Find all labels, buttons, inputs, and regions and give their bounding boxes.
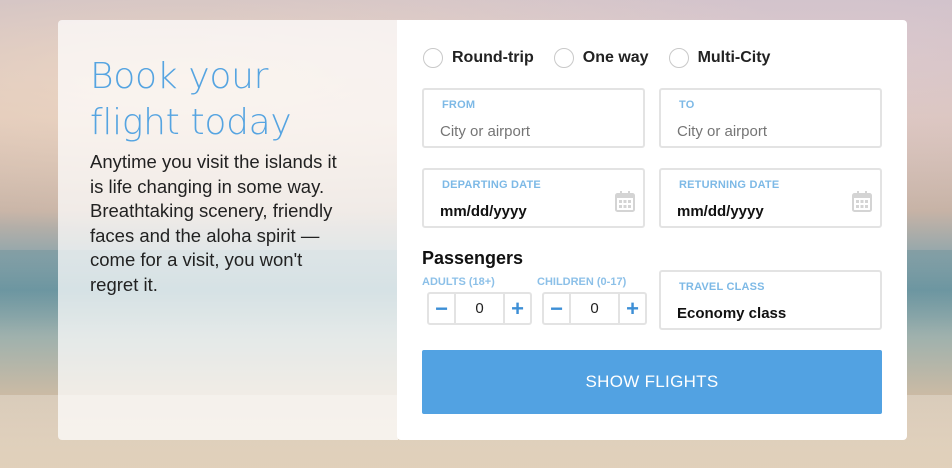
- calendar-icon[interactable]: [852, 190, 872, 212]
- radio-round-trip[interactable]: Round-trip: [423, 48, 534, 68]
- adults-stepper: − 0 +: [427, 292, 532, 325]
- radio-label: One way: [582, 49, 649, 66]
- to-input[interactable]: [677, 123, 867, 140]
- radio-multi-city[interactable]: Multi-City: [668, 48, 771, 68]
- booking-form: Round-trip One way Multi-City FROM TO DE…: [397, 20, 907, 440]
- hero-panel: Book your flight today Anytime you visit…: [58, 20, 398, 440]
- passengers-title: Passengers: [422, 248, 524, 268]
- from-input[interactable]: [440, 123, 630, 140]
- hero-headline: Book your flight today: [90, 56, 292, 143]
- children-count[interactable]: 0: [571, 300, 618, 317]
- show-flights-button[interactable]: SHOW FLIGHTS: [422, 350, 882, 414]
- plus-icon[interactable]: +: [618, 294, 645, 323]
- children-label: CHILDREN (0-17): [537, 276, 627, 288]
- radio-circle-icon[interactable]: [668, 48, 689, 68]
- to-field[interactable]: TO: [659, 88, 882, 148]
- travel-class-select[interactable]: Economy class: [677, 305, 786, 322]
- from-label: FROM: [442, 99, 476, 111]
- to-label: TO: [679, 99, 695, 111]
- departing-date-input[interactable]: mm/dd/yyyy: [440, 203, 527, 220]
- travel-class-label: TRAVEL CLASS: [679, 281, 765, 293]
- minus-icon[interactable]: −: [429, 294, 456, 323]
- radio-circle-icon[interactable]: [553, 48, 574, 68]
- travel-class-field[interactable]: TRAVEL CLASS Economy class: [659, 270, 882, 330]
- adults-count[interactable]: 0: [456, 300, 503, 317]
- adults-label: ADULTS (18+): [422, 276, 495, 288]
- hero-blurb: Anytime you visit the islands it is life…: [90, 151, 337, 295]
- radio-label: Multi-City: [697, 49, 771, 66]
- children-stepper: − 0 +: [542, 292, 647, 325]
- departing-date-label: DEPARTING DATE: [442, 179, 541, 191]
- radio-one-way[interactable]: One way: [553, 48, 649, 68]
- departing-date-field[interactable]: DEPARTING DATE mm/dd/yyyy: [422, 168, 645, 228]
- plus-icon[interactable]: +: [503, 294, 530, 323]
- returning-date-field[interactable]: RETURNING DATE mm/dd/yyyy: [659, 168, 882, 228]
- calendar-icon[interactable]: [615, 190, 635, 212]
- trip-type-group: Round-trip One way Multi-City: [423, 48, 790, 68]
- radio-circle-icon[interactable]: [423, 48, 443, 68]
- from-field[interactable]: FROM: [422, 88, 645, 148]
- returning-date-input[interactable]: mm/dd/yyyy: [677, 203, 764, 220]
- radio-label: Round-trip: [452, 49, 534, 66]
- minus-icon[interactable]: −: [544, 294, 571, 323]
- returning-date-label: RETURNING DATE: [679, 179, 780, 191]
